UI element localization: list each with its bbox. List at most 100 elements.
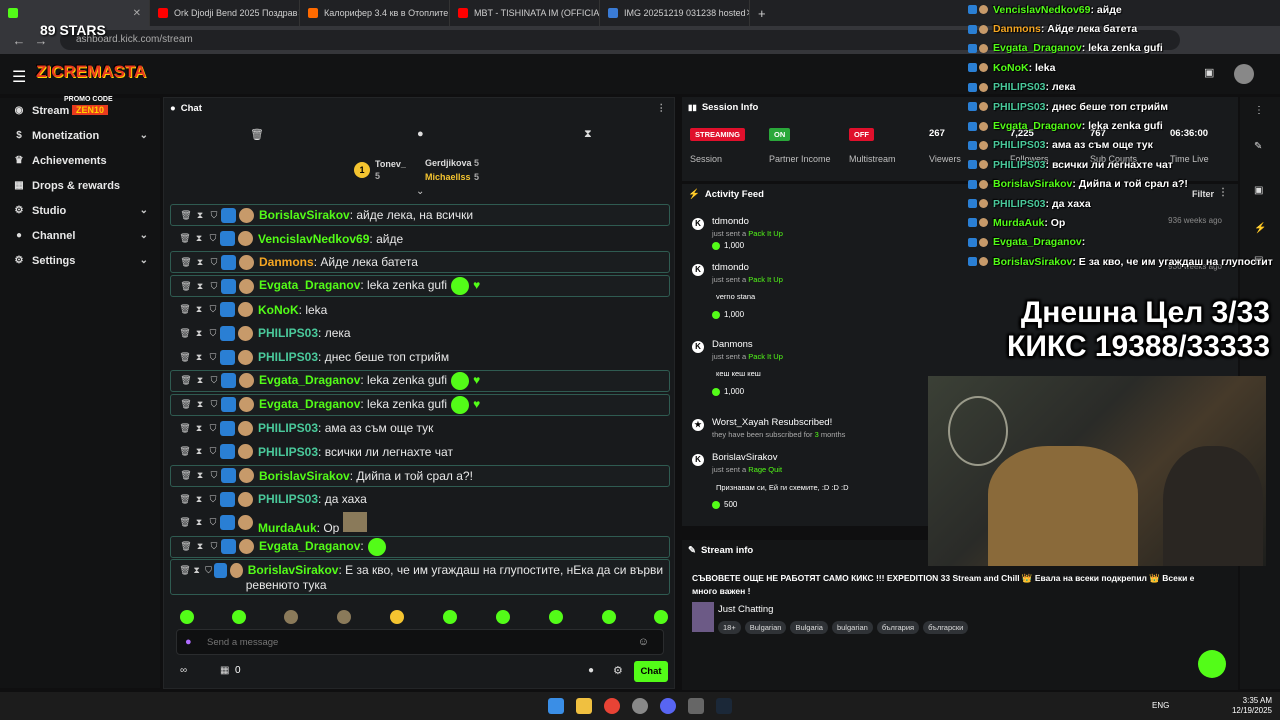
- send-chat-button[interactable]: Chat: [634, 661, 668, 682]
- delete-message-icon[interactable]: 🗑: [179, 399, 193, 410]
- delete-message-icon[interactable]: 🗑: [178, 233, 192, 244]
- ban-icon[interactable]: ⛉: [206, 494, 220, 505]
- delete-message-icon[interactable]: 🗑: [178, 494, 192, 505]
- sidebar-item-drops[interactable]: ▦ Drops & rewards: [0, 173, 160, 198]
- delete-message-icon[interactable]: 🗑: [179, 210, 193, 221]
- emote-shortcut-icon[interactable]: [496, 610, 510, 624]
- ban-icon[interactable]: ⛉: [207, 470, 221, 481]
- chat-username[interactable]: Evgata_Draganov: [259, 397, 360, 411]
- browser-tab[interactable]: IMG 20251219 031238 hosted ✕: [600, 0, 750, 26]
- timeout-icon[interactable]: ⧗: [192, 517, 206, 528]
- emote-shortcut-icon[interactable]: [180, 610, 194, 624]
- emoji-icon[interactable]: ☺: [638, 636, 649, 648]
- delete-message-icon[interactable]: 🗑: [179, 470, 193, 481]
- system-clock[interactable]: 3:35 AM 12/19/2025: [1232, 696, 1272, 716]
- category-name[interactable]: Just Chatting: [718, 604, 773, 615]
- emote-shortcut-icon[interactable]: [549, 610, 563, 624]
- back-arrow-icon[interactable]: ←: [8, 33, 30, 48]
- chat-username[interactable]: Evgata_Draganov: [259, 373, 360, 387]
- emote-shortcut-icon[interactable]: [390, 610, 404, 624]
- timeout-icon[interactable]: ⧗: [192, 328, 206, 339]
- emote-shortcut-icon[interactable]: [654, 610, 668, 624]
- ban-icon[interactable]: ⛉: [207, 257, 221, 268]
- expand-chevron-icon[interactable]: ⌄: [416, 186, 424, 197]
- chat-username[interactable]: PHILIPS03: [258, 445, 318, 459]
- delete-message-icon[interactable]: 🗑: [178, 304, 192, 315]
- discord-icon[interactable]: [660, 698, 676, 714]
- timeout-icon[interactable]: ⧗: [192, 494, 206, 505]
- stream-tag[interactable]: Bulgarian: [744, 621, 787, 634]
- delete-message-icon[interactable]: 🗑: [179, 257, 193, 268]
- chat-message[interactable]: 🗑 ⧗ ⛉ Evgata_Draganov: leka zenka gufi ♥: [170, 275, 670, 298]
- chat-username[interactable]: PHILIPS03: [258, 421, 318, 435]
- ban-icon[interactable]: ⛉: [206, 446, 220, 457]
- timeout-icon[interactable]: ⧗: [192, 304, 206, 315]
- ban-icon[interactable]: ⛉: [207, 541, 221, 552]
- infinity-icon[interactable]: ∞: [180, 665, 187, 676]
- chat-message[interactable]: 🗑 ⧗ ⛉ MurdaAuk: Ор: [170, 511, 670, 534]
- chat-message[interactable]: 🗑 ⧗ ⛉ Evgata_Draganov: leka zenka gufi ♥: [170, 393, 670, 416]
- chat-username[interactable]: KoNoK: [258, 303, 299, 317]
- timeout-icon[interactable]: ⧗: [193, 541, 207, 552]
- ban-icon[interactable]: ⛉: [207, 210, 221, 221]
- sidebar-item-channel[interactable]: ● Channel ⌄: [0, 223, 160, 248]
- browser-tab[interactable]: MBT - TISHINATA IM (OFFICIAL ✕: [450, 0, 600, 26]
- chat-message[interactable]: 🗑 ⧗ ⛉ Evgata_Draganov: leka zenka gufi ♥: [170, 369, 670, 392]
- chat-username[interactable]: BorislavSirakov: [259, 208, 350, 222]
- chat-bubble-icon[interactable]: ●: [417, 128, 424, 140]
- ban-icon[interactable]: ⛉: [207, 375, 221, 386]
- chat-input-box[interactable]: ● ☺: [176, 629, 664, 655]
- gift-icon[interactable]: ▦: [220, 665, 229, 676]
- timeout-icon[interactable]: ⧗: [192, 446, 206, 457]
- stream-tag[interactable]: български: [923, 621, 969, 634]
- language-indicator[interactable]: ENG: [1152, 701, 1169, 710]
- hourglass-icon[interactable]: ⧗: [584, 128, 592, 141]
- stream-tag[interactable]: 18+: [718, 621, 741, 634]
- timeout-icon[interactable]: ⧗: [192, 352, 206, 363]
- chat-message[interactable]: 🗑 ⧗ ⛉ BorislavSirakov: айде лека, на всички: [170, 204, 670, 226]
- delete-message-icon[interactable]: 🗑: [179, 541, 193, 552]
- chat-username[interactable]: MurdaAuk: [258, 521, 317, 534]
- timeout-icon[interactable]: ⧗: [193, 257, 207, 268]
- chat-settings-bubble-icon[interactable]: ●: [588, 665, 594, 676]
- trash-icon[interactable]: 🗑: [250, 128, 264, 141]
- chat-message-input[interactable]: [201, 636, 638, 648]
- emote-shortcut-icon[interactable]: [284, 610, 298, 624]
- delete-message-icon[interactable]: 🗑: [178, 352, 192, 363]
- emote-shortcut-icon[interactable]: [232, 610, 246, 624]
- delete-message-icon[interactable]: 🗑: [178, 328, 192, 339]
- windows-start-icon[interactable]: [548, 698, 564, 714]
- chat-username[interactable]: BorislavSirakov: [259, 469, 350, 483]
- chat-username[interactable]: Danmons: [259, 255, 314, 269]
- chat-message[interactable]: 🗑 ⧗ ⛉ PHILIPS03: да хаха: [170, 488, 670, 510]
- new-tab-button[interactable]: +: [750, 0, 780, 26]
- chat-message[interactable]: 🗑 ⧗ ⛉ PHILIPS03: лека: [170, 322, 670, 344]
- timeout-icon[interactable]: ⧗: [193, 399, 207, 410]
- sidebar-item-monetization[interactable]: $ Monetization ⌄: [0, 123, 160, 148]
- chat-username[interactable]: PHILIPS03: [258, 492, 318, 506]
- chat-message[interactable]: 🗑 ⧗ ⛉ BorislavSirakov: Е за кво, че им угаж…: [170, 559, 670, 596]
- chat-username[interactable]: PHILIPS03: [258, 326, 318, 340]
- ban-icon[interactable]: ⛉: [203, 563, 215, 578]
- close-tab-icon[interactable]: ✕: [133, 8, 141, 19]
- chat-username[interactable]: BorislavSirakov: [248, 563, 339, 577]
- delete-message-icon[interactable]: 🗑: [179, 563, 191, 578]
- chrome-icon[interactable]: [604, 698, 620, 714]
- chat-message[interactable]: 🗑 ⧗ ⛉ Evgata_Draganov:: [170, 535, 670, 558]
- ban-icon[interactable]: ⛉: [206, 304, 220, 315]
- file-explorer-icon[interactable]: [576, 698, 592, 714]
- delete-message-icon[interactable]: 🗑: [178, 446, 192, 457]
- chat-message[interactable]: 🗑 ⧗ ⛉ BorislavSirakov: Дийпа и той срал а?!: [170, 464, 670, 487]
- stream-tag[interactable]: българия: [876, 621, 920, 634]
- ban-icon[interactable]: ⛉: [206, 517, 220, 528]
- sidebar-item-settings[interactable]: ⚙ Settings ⌄: [0, 248, 160, 273]
- menu-icon[interactable]: ☰: [12, 67, 26, 87]
- chat-username[interactable]: Evgata_Draganov: [259, 539, 360, 553]
- chat-message[interactable]: 🗑 ⧗ ⛉ Danmons: Айде лека батета: [170, 251, 670, 274]
- chat-message[interactable]: 🗑 ⧗ ⛉ VencislavNedkov69: айде: [170, 228, 670, 250]
- sidebar-item-studio[interactable]: ⚙ Studio ⌄: [0, 198, 160, 223]
- delete-message-icon[interactable]: 🗑: [179, 375, 193, 386]
- delete-message-icon[interactable]: 🗑: [178, 517, 192, 528]
- app-icon[interactable]: [688, 698, 704, 714]
- emote-shortcut-icon[interactable]: [602, 610, 616, 624]
